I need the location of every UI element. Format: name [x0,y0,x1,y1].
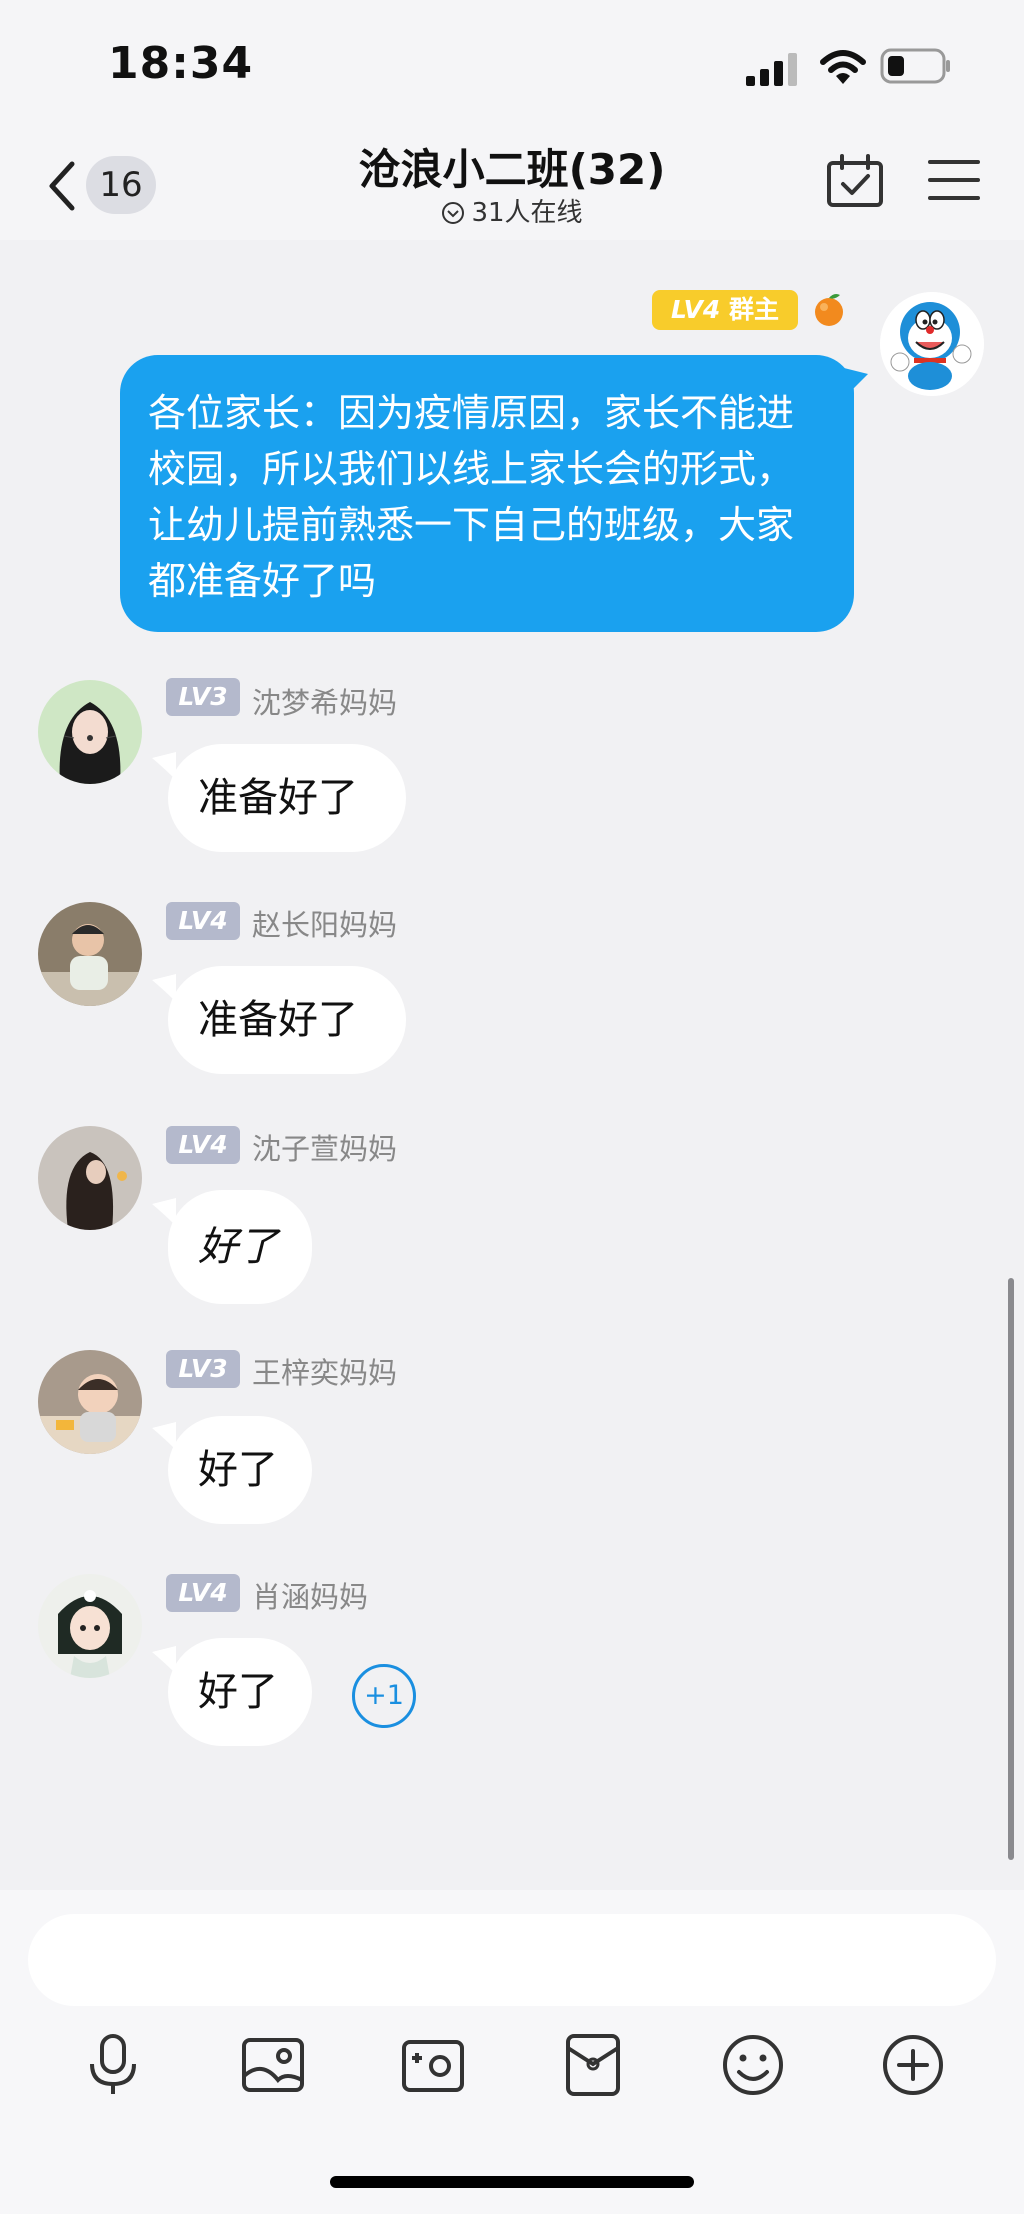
battery-icon [880,48,950,84]
calendar-check-icon[interactable] [826,154,884,208]
group-title[interactable]: 沧浪小二班(32) [262,136,762,197]
owner-level-tag: LV4 群主 [652,290,798,330]
home-indicator [330,2176,694,2188]
bubble-tail [844,368,868,398]
avatar-photo [38,1574,142,1678]
chevron-left-icon [49,161,75,211]
level-tag: LV3 [166,678,240,716]
back-button[interactable]: 16 [44,150,164,220]
avatar-photo [38,1350,142,1454]
camera-icon[interactable] [398,2030,468,2100]
microphone-icon[interactable] [78,2030,148,2100]
member-name[interactable]: 沈梦希妈妈 [252,680,397,722]
red-packet-icon[interactable] [558,2030,628,2100]
member-avatar[interactable] [38,1350,142,1454]
owner-avatar[interactable] [880,292,984,396]
member-avatar[interactable] [38,902,142,1006]
message-input[interactable] [28,1914,996,2006]
plus-icon[interactable] [878,2030,948,2100]
chevron-down-circle-icon [442,202,465,224]
menu-icon[interactable] [928,158,980,202]
photo-icon[interactable] [238,2030,308,2100]
level-tag: LV4 [166,1574,240,1612]
wifi-icon [820,50,866,84]
avatar-photo [38,902,142,1006]
message-bubble[interactable]: 好了 [168,1416,312,1524]
member-name[interactable]: 肖涵妈妈 [252,1574,368,1616]
role-label: 群主 [728,295,779,324]
member-name[interactable]: 赵长阳妈妈 [252,902,397,944]
avatar-photo [38,1126,142,1230]
signal-icon [746,53,797,86]
member-name[interactable]: 王梓奕妈妈 [252,1350,397,1392]
level-tag: LV3 [166,1350,240,1388]
member-avatar[interactable] [38,1126,142,1230]
member-avatar[interactable] [38,1574,142,1678]
message-bubble[interactable]: 准备好了 [168,744,406,852]
owner-message-bubble[interactable]: 各位家长：因为疫情原因，家长不能进校园，所以我们以线上家长会的形式，让幼儿提前熟… [120,355,854,632]
emoji-icon[interactable] [718,2030,788,2100]
owner-message-text: 各位家长：因为疫情原因，家长不能进校园，所以我们以线上家长会的形式，让幼儿提前熟… [148,391,795,603]
plus-one-button[interactable]: +1 [352,1664,416,1728]
doraemon-avatar-icon [880,292,984,396]
scrollbar[interactable] [1008,1278,1014,1860]
level-label: LV4 [671,295,721,324]
orange-icon [815,294,843,326]
online-status[interactable]: 31人在线 [262,192,762,229]
member-name[interactable]: 沈子萱妈妈 [252,1126,397,1168]
member-avatar[interactable] [38,680,142,784]
message-bubble[interactable]: 好了 [168,1638,312,1746]
online-count: 31人在线 [471,198,583,228]
level-tag: LV4 [166,1126,240,1164]
level-tag: LV4 [166,902,240,940]
unread-count-badge: 16 [86,156,156,214]
message-bubble[interactable]: 好了 [168,1190,312,1304]
status-time: 18:34 [108,38,254,89]
avatar-photo [38,680,142,784]
message-bubble[interactable]: 准备好了 [168,966,406,1074]
